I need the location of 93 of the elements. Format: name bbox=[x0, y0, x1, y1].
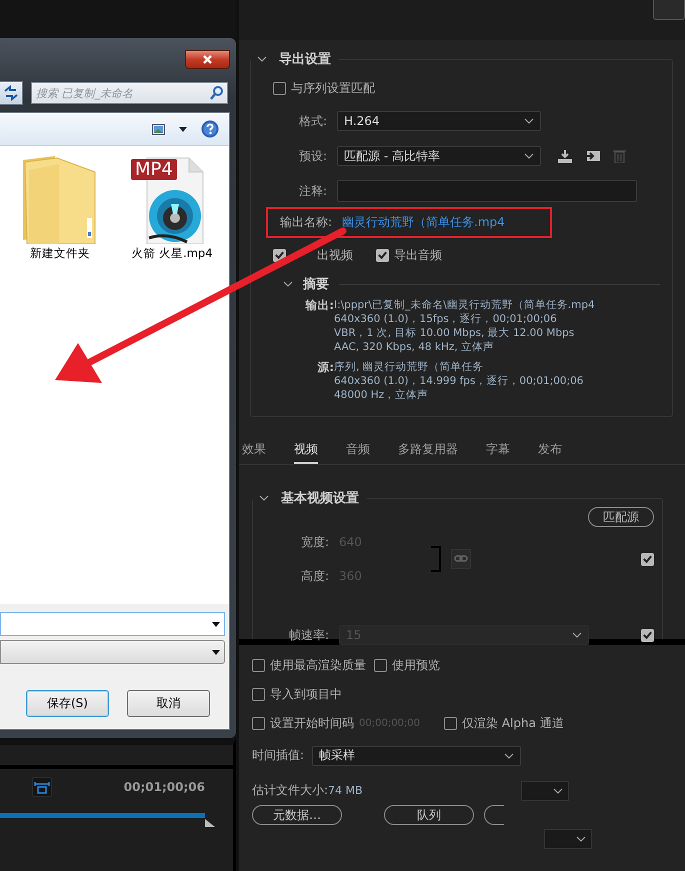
checkbox[interactable] bbox=[376, 248, 389, 262]
cancel-button[interactable]: 取消 bbox=[127, 690, 210, 717]
check-icon bbox=[642, 629, 653, 641]
dropdown[interactable]: 匹配源 - 高比特率 bbox=[337, 146, 541, 166]
close-icon bbox=[202, 54, 213, 65]
summary-label: 输出: bbox=[304, 298, 334, 314]
checkbox[interactable] bbox=[444, 717, 458, 730]
checkbox[interactable] bbox=[641, 628, 654, 642]
chevron-icon bbox=[504, 752, 514, 760]
file-type-dropdown[interactable] bbox=[0, 640, 225, 664]
view-icon[interactable] bbox=[152, 124, 165, 134]
file-badge: MP4 bbox=[131, 159, 177, 180]
tab[interactable]: 音频 bbox=[346, 437, 370, 464]
fit-icon bbox=[34, 780, 50, 794]
checkbox-label: 导出音频 bbox=[394, 246, 442, 264]
tab[interactable]: 视频 bbox=[294, 437, 318, 464]
checkbox[interactable] bbox=[252, 688, 265, 701]
caret-icon[interactable] bbox=[179, 126, 187, 132]
summary-line: 48000 Hz，立体声 bbox=[334, 388, 430, 402]
fit-button[interactable] bbox=[32, 777, 52, 797]
file-name[interactable]: 新建文件夹 bbox=[30, 246, 90, 261]
timecode: 00;01;00;06 bbox=[124, 780, 205, 794]
tab[interactable]: 字幕 bbox=[486, 437, 510, 464]
tab[interactable]: 效果 bbox=[242, 437, 266, 464]
checkbox-label: 出视频 bbox=[317, 246, 353, 264]
file-size-value: 74 MB bbox=[328, 784, 363, 797]
download-icon[interactable] bbox=[557, 149, 573, 163]
check-icon bbox=[377, 249, 388, 261]
chevron-icon bbox=[572, 631, 582, 639]
queue-button[interactable]: 队列 bbox=[384, 805, 474, 825]
checkbox-label: 设置开始时间码 bbox=[270, 715, 354, 732]
chevron-icon bbox=[259, 494, 269, 502]
caret-icon bbox=[212, 622, 220, 626]
checkbox[interactable] bbox=[641, 552, 654, 566]
dropdown[interactable]: 帧采样 bbox=[312, 746, 522, 766]
field-label: 帧速率: bbox=[288, 626, 330, 644]
save-button[interactable]: 保存(S) bbox=[26, 690, 109, 717]
summary-label: 源: bbox=[316, 360, 334, 376]
field-label: 格式: bbox=[298, 112, 328, 130]
checkbox-label: 导入到项目中 bbox=[270, 686, 342, 703]
tab[interactable]: 发布 bbox=[538, 437, 562, 464]
chevron-icon bbox=[257, 55, 267, 63]
field-label: 高度: bbox=[300, 568, 330, 584]
check-icon bbox=[274, 249, 285, 261]
summary-line: 640x360 (1.0)，15fps，逐行，00;01;00;06 bbox=[334, 312, 558, 326]
search-field[interactable]: 搜索 已复制_未命名 bbox=[31, 82, 228, 104]
metadata-button[interactable]: 元数据… bbox=[252, 805, 342, 825]
checkbox[interactable] bbox=[252, 717, 265, 730]
chevron-icon bbox=[576, 835, 586, 843]
bracket-icon bbox=[431, 546, 441, 572]
summary-line: VBR，1 次, 目标 10.00 Mbps, 最大 12.00 Mbps bbox=[334, 326, 576, 340]
output-name-link[interactable]: 幽灵行动荒野（简单任务.mp4 bbox=[342, 214, 505, 231]
checkbox-label: 与序列设置匹配 bbox=[291, 80, 375, 96]
section-title: 导出设置 bbox=[279, 51, 331, 68]
match-source-button[interactable]: 匹配源 bbox=[588, 507, 654, 527]
help-icon[interactable] bbox=[201, 120, 219, 138]
field-label: 时间插值: bbox=[252, 747, 304, 764]
summary-line: 序列, 幽灵行动荒野（简单任务 bbox=[334, 360, 485, 374]
check-icon bbox=[642, 553, 653, 565]
summary-title: 摘要 bbox=[303, 276, 329, 293]
comment-field[interactable] bbox=[337, 180, 637, 202]
field-label: 输出名称: bbox=[280, 214, 332, 231]
search-icon bbox=[210, 86, 223, 100]
chevron-icon bbox=[283, 280, 293, 288]
field-label: 注释: bbox=[298, 182, 328, 200]
section-title: 基本视频设置 bbox=[281, 490, 359, 507]
checkbox[interactable] bbox=[374, 659, 387, 672]
dropdown[interactable]: H.264 bbox=[337, 111, 541, 131]
partial-button[interactable] bbox=[484, 805, 504, 825]
checkbox[interactable] bbox=[273, 82, 286, 94]
field-label: 估计文件大小: bbox=[252, 782, 328, 799]
summary-line: I:\pppr\已复制_未命名\幽灵行动荒野（简单任务.mp4 bbox=[334, 298, 595, 312]
checkbox-label: 仅渲染 Alpha 通道 bbox=[462, 715, 564, 732]
refresh-button[interactable] bbox=[0, 81, 23, 105]
end-marker-icon bbox=[205, 819, 215, 827]
tab[interactable]: 多路复用器 bbox=[398, 437, 458, 464]
chevron-icon bbox=[524, 117, 534, 125]
checkbox-label: 使用预览 bbox=[392, 657, 440, 674]
close-button[interactable] bbox=[185, 50, 230, 69]
chevron-icon bbox=[524, 152, 534, 160]
filename-field[interactable] bbox=[0, 612, 225, 636]
link-icon[interactable] bbox=[451, 549, 471, 569]
import-icon[interactable] bbox=[585, 149, 601, 163]
file-name[interactable]: 火箭 火星.mp4 bbox=[131, 246, 213, 261]
caret-icon bbox=[212, 650, 220, 654]
field-label: 预设: bbox=[298, 148, 328, 164]
checkbox[interactable] bbox=[252, 659, 265, 672]
chevron-icon bbox=[552, 786, 563, 794]
field-label: 宽度: bbox=[300, 534, 330, 550]
arrows-icon bbox=[3, 85, 19, 101]
checkbox-label: 使用最高渲染质量 bbox=[270, 657, 366, 674]
summary-line: 640x360 (1.0)，14.999 fps，逐行，00;01;00;06 bbox=[334, 374, 584, 388]
summary-line: AAC, 320 Kbps, 48 kHz, 立体声 bbox=[334, 340, 496, 354]
